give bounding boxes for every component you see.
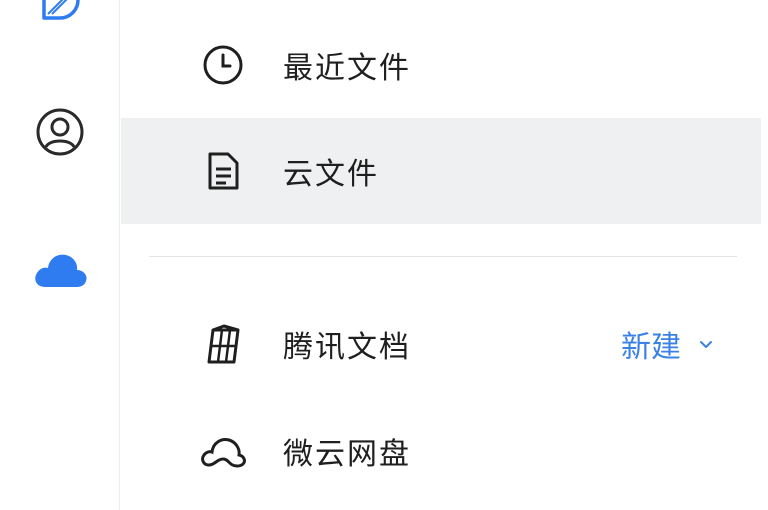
- contacts-icon[interactable]: [30, 102, 90, 162]
- nav-item-tencent-docs[interactable]: 腾讯文档 新建: [121, 291, 761, 397]
- nav-item-recent-files[interactable]: 最近文件: [121, 12, 761, 118]
- nav-item-label: 微云网盘: [283, 437, 411, 472]
- new-button-label: 新建: [621, 330, 681, 365]
- nav-item-weiyun[interactable]: 微云网盘: [121, 398, 761, 504]
- nav-item-label: 腾讯文档: [283, 330, 411, 365]
- weiyun-icon: [199, 427, 247, 475]
- app-window: 最近文件 云文件 腾讯文档 新建 微云网盘: [0, 0, 768, 510]
- clock-icon: [199, 41, 247, 89]
- nav-item-label: 最近文件: [283, 51, 411, 86]
- left-rail: [0, 0, 120, 510]
- document-icon: [199, 147, 247, 195]
- nav-item-label: 云文件: [283, 157, 379, 192]
- cloud-icon[interactable]: [30, 240, 90, 300]
- new-button[interactable]: 新建: [621, 291, 717, 397]
- chevron-down-icon: [695, 333, 717, 355]
- file-nav-panel: 最近文件 云文件 腾讯文档 新建 微云网盘: [121, 0, 768, 510]
- section-divider: [149, 256, 737, 257]
- nav-item-cloud-files[interactable]: 云文件: [121, 118, 761, 224]
- tencent-docs-icon: [199, 320, 247, 368]
- drive-icon[interactable]: [30, 0, 90, 30]
